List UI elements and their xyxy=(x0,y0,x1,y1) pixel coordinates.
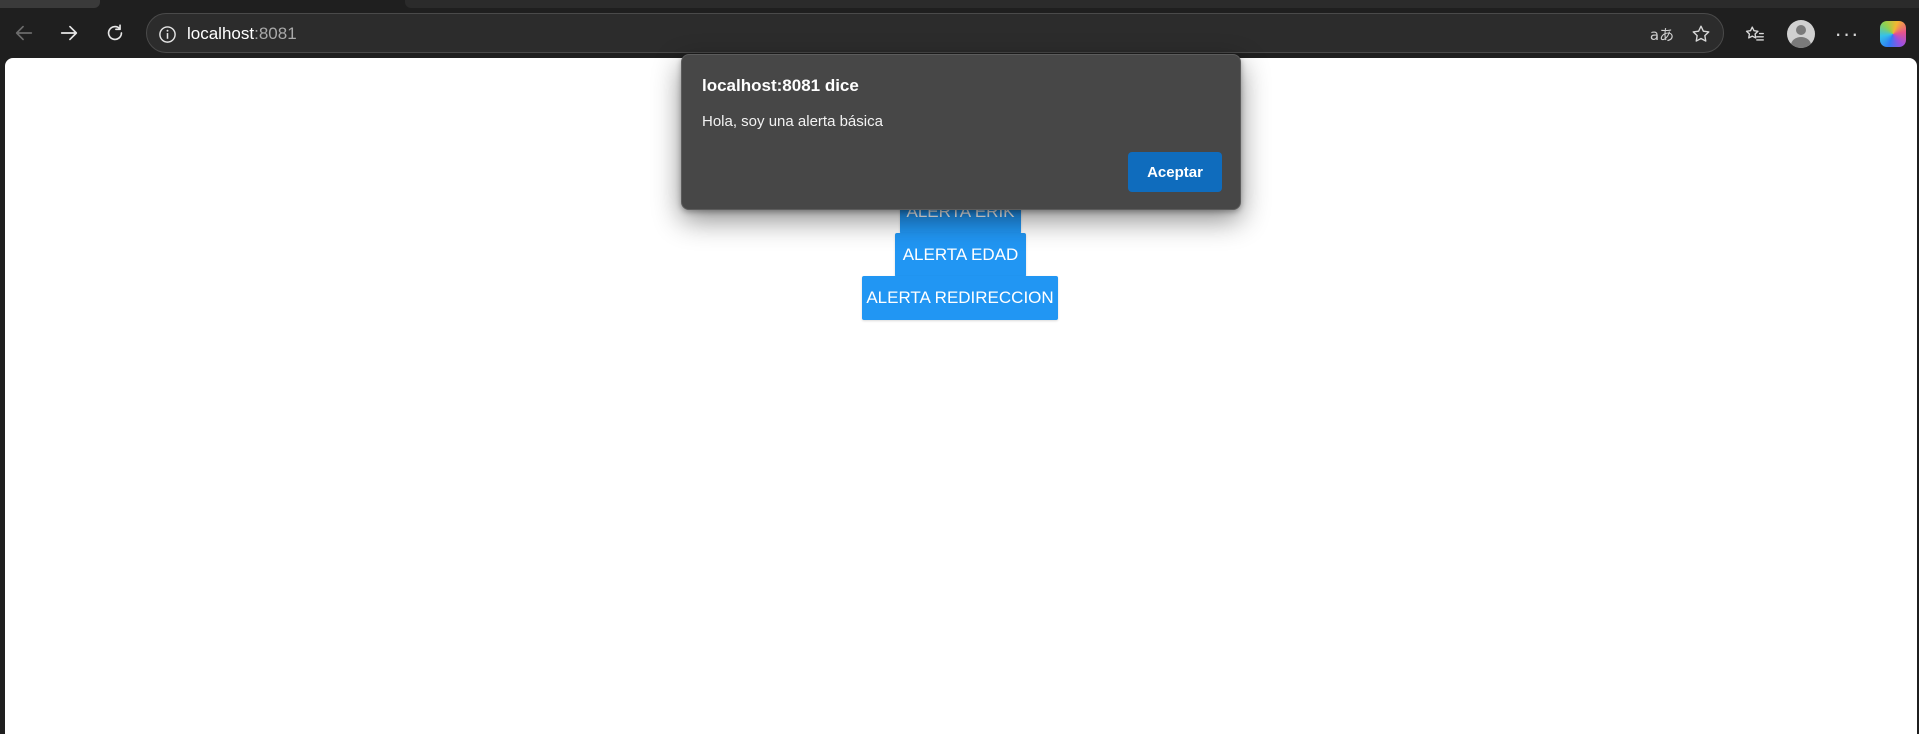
address-bar[interactable]: localhost:8081 aあ xyxy=(146,13,1724,53)
reload-icon xyxy=(107,24,123,41)
profile-avatar-icon[interactable] xyxy=(1785,18,1817,50)
accept-button[interactable]: Aceptar xyxy=(1128,152,1222,192)
tab-strip-area xyxy=(405,0,1919,8)
reload-button[interactable] xyxy=(98,16,132,50)
alert-dialog: localhost:8081 dice Hola, soy una alerta… xyxy=(681,54,1241,210)
address-url[interactable]: localhost:8081 xyxy=(187,24,297,44)
back-button[interactable] xyxy=(7,16,41,50)
arrow-left-icon xyxy=(15,25,33,41)
copilot-logo xyxy=(1880,21,1906,47)
more-glyph: ··· xyxy=(1834,21,1860,46)
dialog-message: Hola, soy una alerta básica xyxy=(702,113,883,130)
browser-toolbar: localhost:8081 aあ ··· xyxy=(0,8,1919,58)
url-port: :8081 xyxy=(254,24,297,43)
more-icon[interactable]: ··· xyxy=(1831,18,1863,50)
star-icon[interactable] xyxy=(1688,21,1714,47)
active-tab[interactable] xyxy=(0,0,100,8)
forward-button[interactable] xyxy=(52,16,86,50)
alerta-edad-button[interactable]: ALERTA EDAD xyxy=(895,233,1026,277)
arrow-right-icon xyxy=(60,25,78,41)
info-icon[interactable] xyxy=(155,22,179,46)
copilot-icon[interactable] xyxy=(1877,18,1909,50)
url-host: localhost xyxy=(187,24,255,43)
avatar xyxy=(1787,20,1815,48)
favorites-icon[interactable] xyxy=(1739,18,1771,50)
translate-glyph: aあ xyxy=(1649,25,1675,44)
translate-icon[interactable]: aあ xyxy=(1649,21,1675,47)
alerta-redireccion-button[interactable]: ALERTA REDIRECCION xyxy=(862,276,1058,320)
tab-strip xyxy=(0,0,1919,8)
dialog-title: localhost:8081 dice xyxy=(702,76,859,95)
